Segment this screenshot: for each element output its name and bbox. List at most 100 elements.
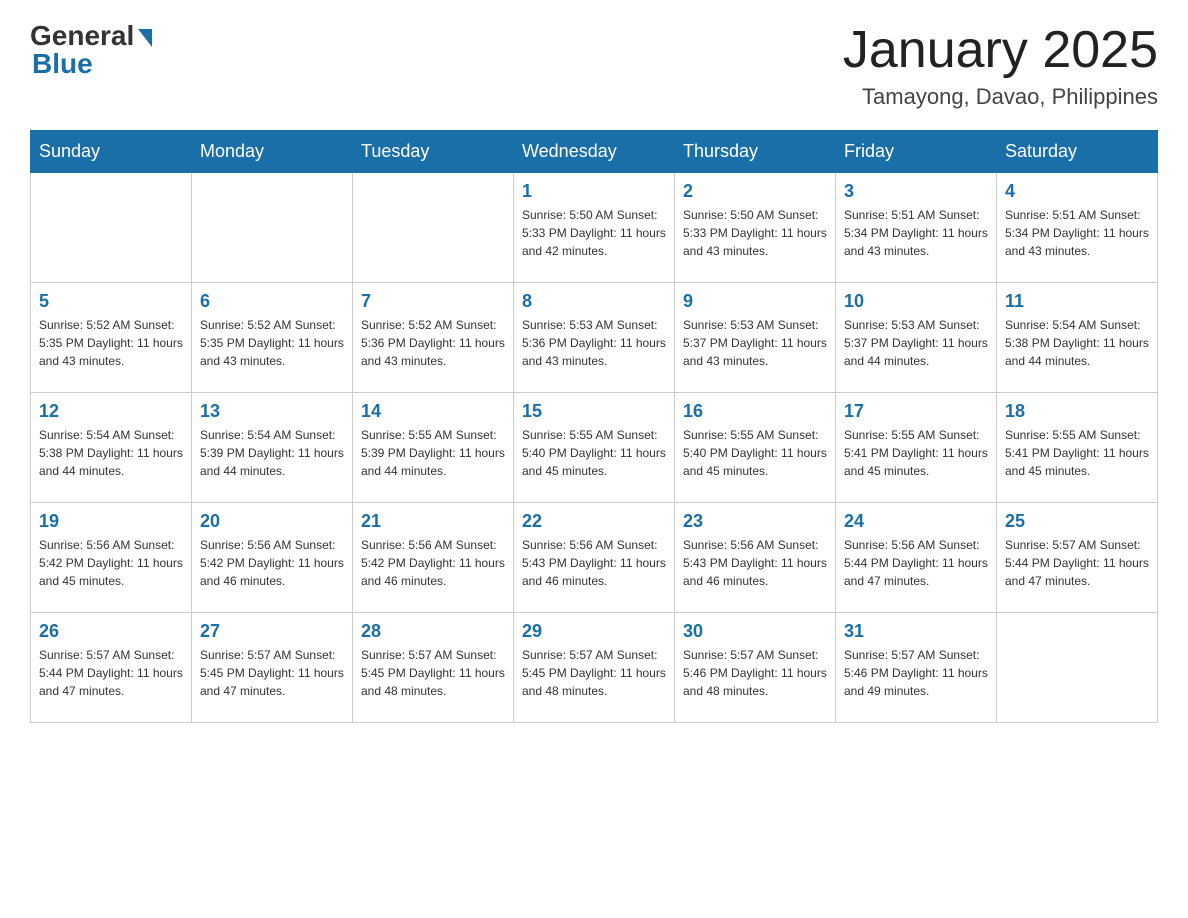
day-number: 23: [683, 511, 827, 532]
day-info: Sunrise: 5:55 AM Sunset: 5:41 PM Dayligh…: [844, 426, 988, 480]
day-info: Sunrise: 5:50 AM Sunset: 5:33 PM Dayligh…: [683, 206, 827, 260]
title-section: January 2025 Tamayong, Davao, Philippine…: [843, 20, 1158, 110]
location-title: Tamayong, Davao, Philippines: [843, 84, 1158, 110]
day-number: 17: [844, 401, 988, 422]
day-info: Sunrise: 5:53 AM Sunset: 5:37 PM Dayligh…: [683, 316, 827, 370]
calendar-header-wednesday: Wednesday: [514, 131, 675, 173]
calendar-cell: 4 Sunrise: 5:51 AM Sunset: 5:34 PM Daylig…: [997, 173, 1158, 283]
day-number: 5: [39, 291, 183, 312]
day-number: 26: [39, 621, 183, 642]
calendar-cell: 2Sunrise: 5:50 AM Sunset: 5:33 PM Daylig…: [675, 173, 836, 283]
day-number: 13: [200, 401, 344, 422]
day-info: Sunrise: 5:55 AM Sunset: 5:40 PM Dayligh…: [522, 426, 666, 480]
day-info: Sunrise: 5:55 AM Sunset: 5:39 PM Dayligh…: [361, 426, 505, 480]
day-info: Sunrise: 5:57 AM Sunset: 5:46 PM Dayligh…: [683, 646, 827, 700]
day-info: Sunrise: 5:57 AM Sunset: 5:45 PM Dayligh…: [361, 646, 505, 700]
day-info: Sunrise: 5:57 AM Sunset: 5:44 PM Dayligh…: [39, 646, 183, 700]
day-info: Sunrise: 5:56 AM Sunset: 5:43 PM Dayligh…: [522, 536, 666, 590]
day-info: Sunrise: 5:53 AM Sunset: 5:36 PM Dayligh…: [522, 316, 666, 370]
calendar-cell: 18Sunrise: 5:55 AM Sunset: 5:41 PM Dayli…: [997, 393, 1158, 503]
day-number: 14: [361, 401, 505, 422]
calendar-week-0: 1 Sunrise: 5:50 AM Sunset: 5:33 PM Daylig…: [31, 173, 1158, 283]
day-info: Sunrise: 5:55 AM Sunset: 5:41 PM Dayligh…: [1005, 426, 1149, 480]
day-number: 12: [39, 401, 183, 422]
calendar-cell: 29 Sunrise: 5:57 AM Sunset: 5:45 PM Dayli…: [514, 613, 675, 723]
day-number: 1: [522, 181, 666, 202]
calendar-cell: 10 Sunrise: 5:53 AM Sunset: 5:37 PM Dayli…: [836, 283, 997, 393]
calendar-header: SundayMondayTuesdayWednesdayThursdayFrid…: [31, 131, 1158, 173]
day-info: Sunrise: 5:51 AM Sunset: 5:34 PM Dayligh…: [844, 206, 988, 260]
day-number: 28: [361, 621, 505, 642]
day-info: Sunrise: 5:56 AM Sunset: 5:43 PM Dayligh…: [683, 536, 827, 590]
calendar-cell: 25Sunrise: 5:57 AM Sunset: 5:44 PM Dayli…: [997, 503, 1158, 613]
day-number: 30: [683, 621, 827, 642]
day-info: Sunrise: 5:57 AM Sunset: 5:45 PM Dayligh…: [522, 646, 666, 700]
day-number: 29: [522, 621, 666, 642]
calendar-header-friday: Friday: [836, 131, 997, 173]
calendar-cell: 17 Sunrise: 5:55 AM Sunset: 5:41 PM Dayli…: [836, 393, 997, 503]
day-info: Sunrise: 5:54 AM Sunset: 5:39 PM Dayligh…: [200, 426, 344, 480]
page-header: General Blue January 2025 Tamayong, Dava…: [30, 20, 1158, 110]
calendar-header-sunday: Sunday: [31, 131, 192, 173]
day-number: 10: [844, 291, 988, 312]
day-info: Sunrise: 5:54 AM Sunset: 5:38 PM Dayligh…: [39, 426, 183, 480]
calendar-table: SundayMondayTuesdayWednesdayThursdayFrid…: [30, 130, 1158, 723]
calendar-cell: 22 Sunrise: 5:56 AM Sunset: 5:43 PM Dayli…: [514, 503, 675, 613]
calendar-cell: 7Sunrise: 5:52 AM Sunset: 5:36 PM Daylig…: [353, 283, 514, 393]
calendar-cell: 5 Sunrise: 5:52 AM Sunset: 5:35 PM Daylig…: [31, 283, 192, 393]
calendar-cell: 14 Sunrise: 5:55 AM Sunset: 5:39 PM Dayli…: [353, 393, 514, 503]
calendar-cell: [353, 173, 514, 283]
calendar-header-saturday: Saturday: [997, 131, 1158, 173]
day-number: 16: [683, 401, 827, 422]
calendar-cell: 27 Sunrise: 5:57 AM Sunset: 5:45 PM Dayli…: [192, 613, 353, 723]
calendar-cell: 30 Sunrise: 5:57 AM Sunset: 5:46 PM Dayli…: [675, 613, 836, 723]
calendar-header-thursday: Thursday: [675, 131, 836, 173]
calendar-week-1: 5 Sunrise: 5:52 AM Sunset: 5:35 PM Daylig…: [31, 283, 1158, 393]
day-info: Sunrise: 5:56 AM Sunset: 5:42 PM Dayligh…: [200, 536, 344, 590]
logo-blue-text: Blue: [32, 48, 93, 80]
day-number: 4: [1005, 181, 1149, 202]
day-number: 9: [683, 291, 827, 312]
day-number: 8: [522, 291, 666, 312]
day-info: Sunrise: 5:55 AM Sunset: 5:40 PM Dayligh…: [683, 426, 827, 480]
day-number: 19: [39, 511, 183, 532]
day-number: 11: [1005, 291, 1149, 312]
day-number: 27: [200, 621, 344, 642]
calendar-cell: 16 Sunrise: 5:55 AM Sunset: 5:40 PM Dayli…: [675, 393, 836, 503]
calendar-cell: [31, 173, 192, 283]
day-info: Sunrise: 5:57 AM Sunset: 5:46 PM Dayligh…: [844, 646, 988, 700]
day-number: 24: [844, 511, 988, 532]
day-info: Sunrise: 5:52 AM Sunset: 5:35 PM Dayligh…: [39, 316, 183, 370]
day-number: 31: [844, 621, 988, 642]
calendar-cell: 15 Sunrise: 5:55 AM Sunset: 5:40 PM Dayli…: [514, 393, 675, 503]
day-number: 15: [522, 401, 666, 422]
day-info: Sunrise: 5:53 AM Sunset: 5:37 PM Dayligh…: [844, 316, 988, 370]
calendar-cell: 6Sunrise: 5:52 AM Sunset: 5:35 PM Daylig…: [192, 283, 353, 393]
logo-arrow-icon: [138, 29, 152, 47]
day-number: 6: [200, 291, 344, 312]
day-info: Sunrise: 5:56 AM Sunset: 5:44 PM Dayligh…: [844, 536, 988, 590]
calendar-header-tuesday: Tuesday: [353, 131, 514, 173]
calendar-cell: 3Sunrise: 5:51 AM Sunset: 5:34 PM Daylig…: [836, 173, 997, 283]
day-number: 22: [522, 511, 666, 532]
calendar-body: 1 Sunrise: 5:50 AM Sunset: 5:33 PM Daylig…: [31, 173, 1158, 723]
calendar-cell: 26 Sunrise: 5:57 AM Sunset: 5:44 PM Dayli…: [31, 613, 192, 723]
month-title: January 2025: [843, 20, 1158, 80]
calendar-cell: 21Sunrise: 5:56 AM Sunset: 5:42 PM Dayli…: [353, 503, 514, 613]
calendar-cell: [192, 173, 353, 283]
calendar-cell: 11Sunrise: 5:54 AM Sunset: 5:38 PM Dayli…: [997, 283, 1158, 393]
day-number: 25: [1005, 511, 1149, 532]
calendar-cell: 31 Sunrise: 5:57 AM Sunset: 5:46 PM Dayli…: [836, 613, 997, 723]
calendar-cell: 19 Sunrise: 5:56 AM Sunset: 5:42 PM Dayli…: [31, 503, 192, 613]
day-info: Sunrise: 5:57 AM Sunset: 5:45 PM Dayligh…: [200, 646, 344, 700]
logo: General Blue: [30, 20, 152, 80]
calendar-cell: 23 Sunrise: 5:56 AM Sunset: 5:43 PM Dayli…: [675, 503, 836, 613]
calendar-cell: 24 Sunrise: 5:56 AM Sunset: 5:44 PM Dayli…: [836, 503, 997, 613]
calendar-header-monday: Monday: [192, 131, 353, 173]
day-number: 7: [361, 291, 505, 312]
calendar-week-2: 12 Sunrise: 5:54 AM Sunset: 5:38 PM Dayli…: [31, 393, 1158, 503]
calendar-cell: 28 Sunrise: 5:57 AM Sunset: 5:45 PM Dayli…: [353, 613, 514, 723]
day-info: Sunrise: 5:56 AM Sunset: 5:42 PM Dayligh…: [39, 536, 183, 590]
day-info: Sunrise: 5:51 AM Sunset: 5:34 PM Dayligh…: [1005, 206, 1149, 260]
calendar-week-3: 19 Sunrise: 5:56 AM Sunset: 5:42 PM Dayli…: [31, 503, 1158, 613]
